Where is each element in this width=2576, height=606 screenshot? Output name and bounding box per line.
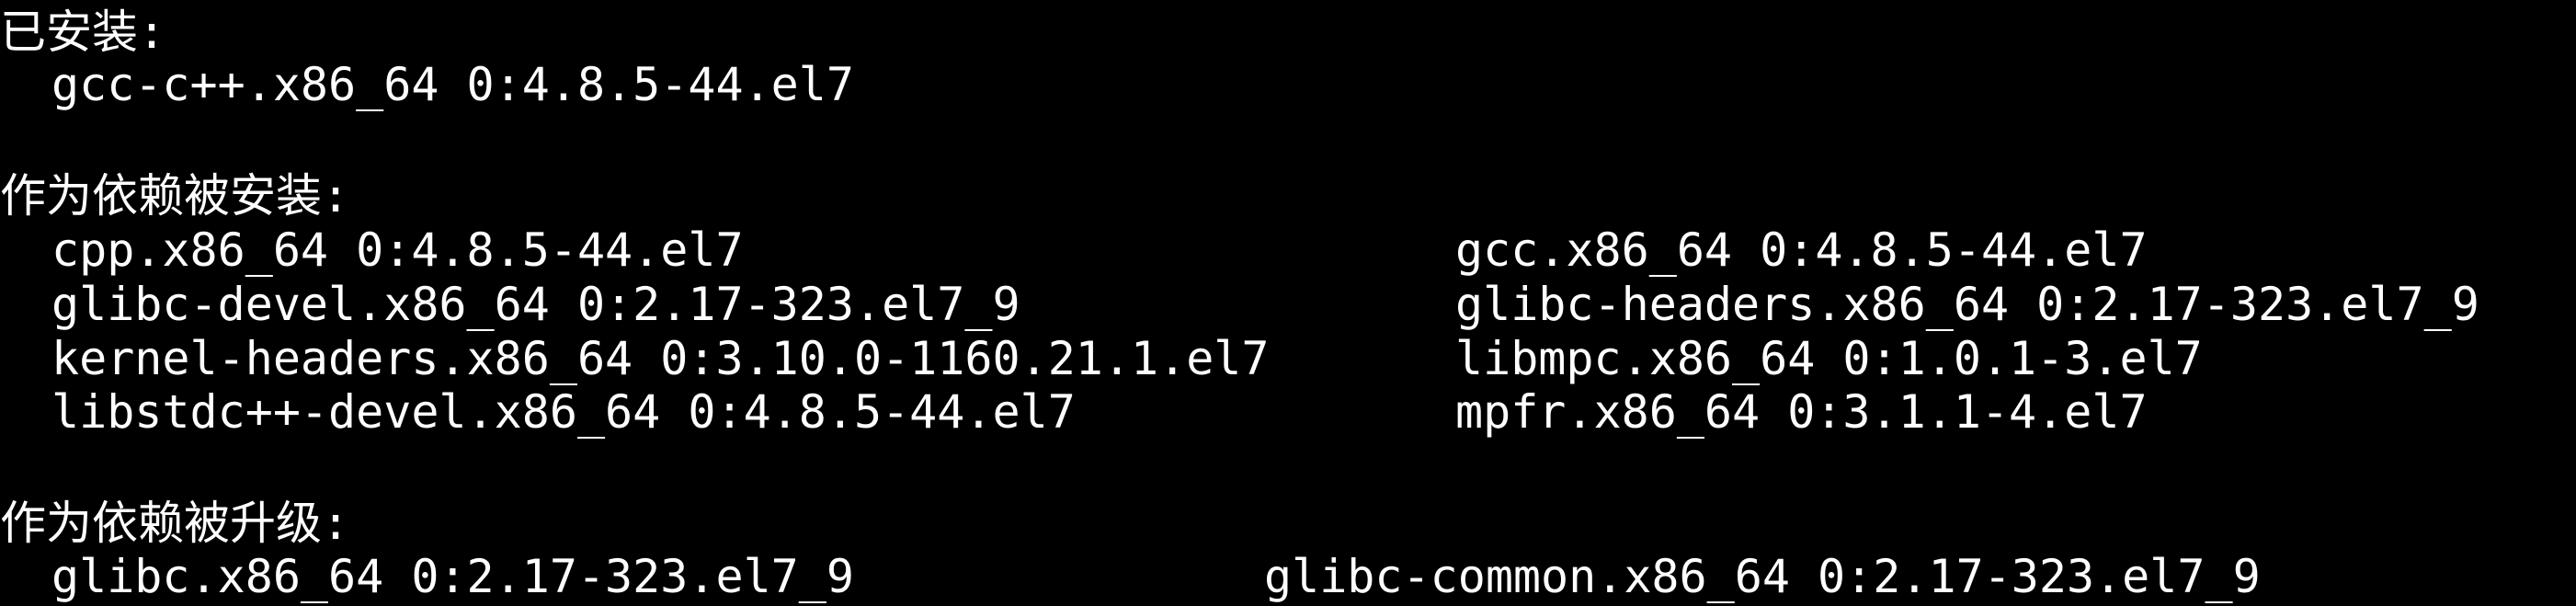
dependency-installed-package: glibc-headers.x86_64 0:2.17-323.el7_9 bbox=[1455, 278, 2479, 331]
dependency-installed-package: gcc.x86_64 0:4.8.5-44.el7 bbox=[1455, 223, 2148, 277]
dependency-installed-heading: 作为依赖被安装: bbox=[0, 169, 350, 223]
dependency-installed-package: libmpc.x86_64 0:1.0.1-3.el7 bbox=[1455, 332, 2203, 385]
installed-package: gcc-c++.x86_64 0:4.8.5-44.el7 bbox=[51, 58, 854, 111]
dependency-installed-package: glibc-devel.x86_64 0:2.17-323.el7_9 bbox=[51, 278, 1020, 331]
dependency-installed-package: cpp.x86_64 0:4.8.5-44.el7 bbox=[51, 223, 744, 277]
dependency-updated-package: glibc-common.x86_64 0:2.17-323.el7_9 bbox=[1264, 550, 2261, 603]
installed-heading: 已安装: bbox=[0, 6, 166, 59]
dependency-installed-package: libstdc++-devel.x86_64 0:4.8.5-44.el7 bbox=[51, 385, 1076, 439]
dependency-updated-heading: 作为依赖被升级: bbox=[0, 497, 350, 550]
dependency-installed-package: mpfr.x86_64 0:3.1.1-4.el7 bbox=[1455, 385, 2148, 439]
terminal-window[interactable]: 已安装: gcc-c++.x86_64 0:4.8.5-44.el7 作为依赖被… bbox=[0, 0, 2576, 606]
dependency-installed-package: kernel-headers.x86_64 0:3.10.0-1160.21.1… bbox=[51, 332, 1270, 385]
dependency-updated-package: glibc.x86_64 0:2.17-323.el7_9 bbox=[51, 550, 854, 603]
